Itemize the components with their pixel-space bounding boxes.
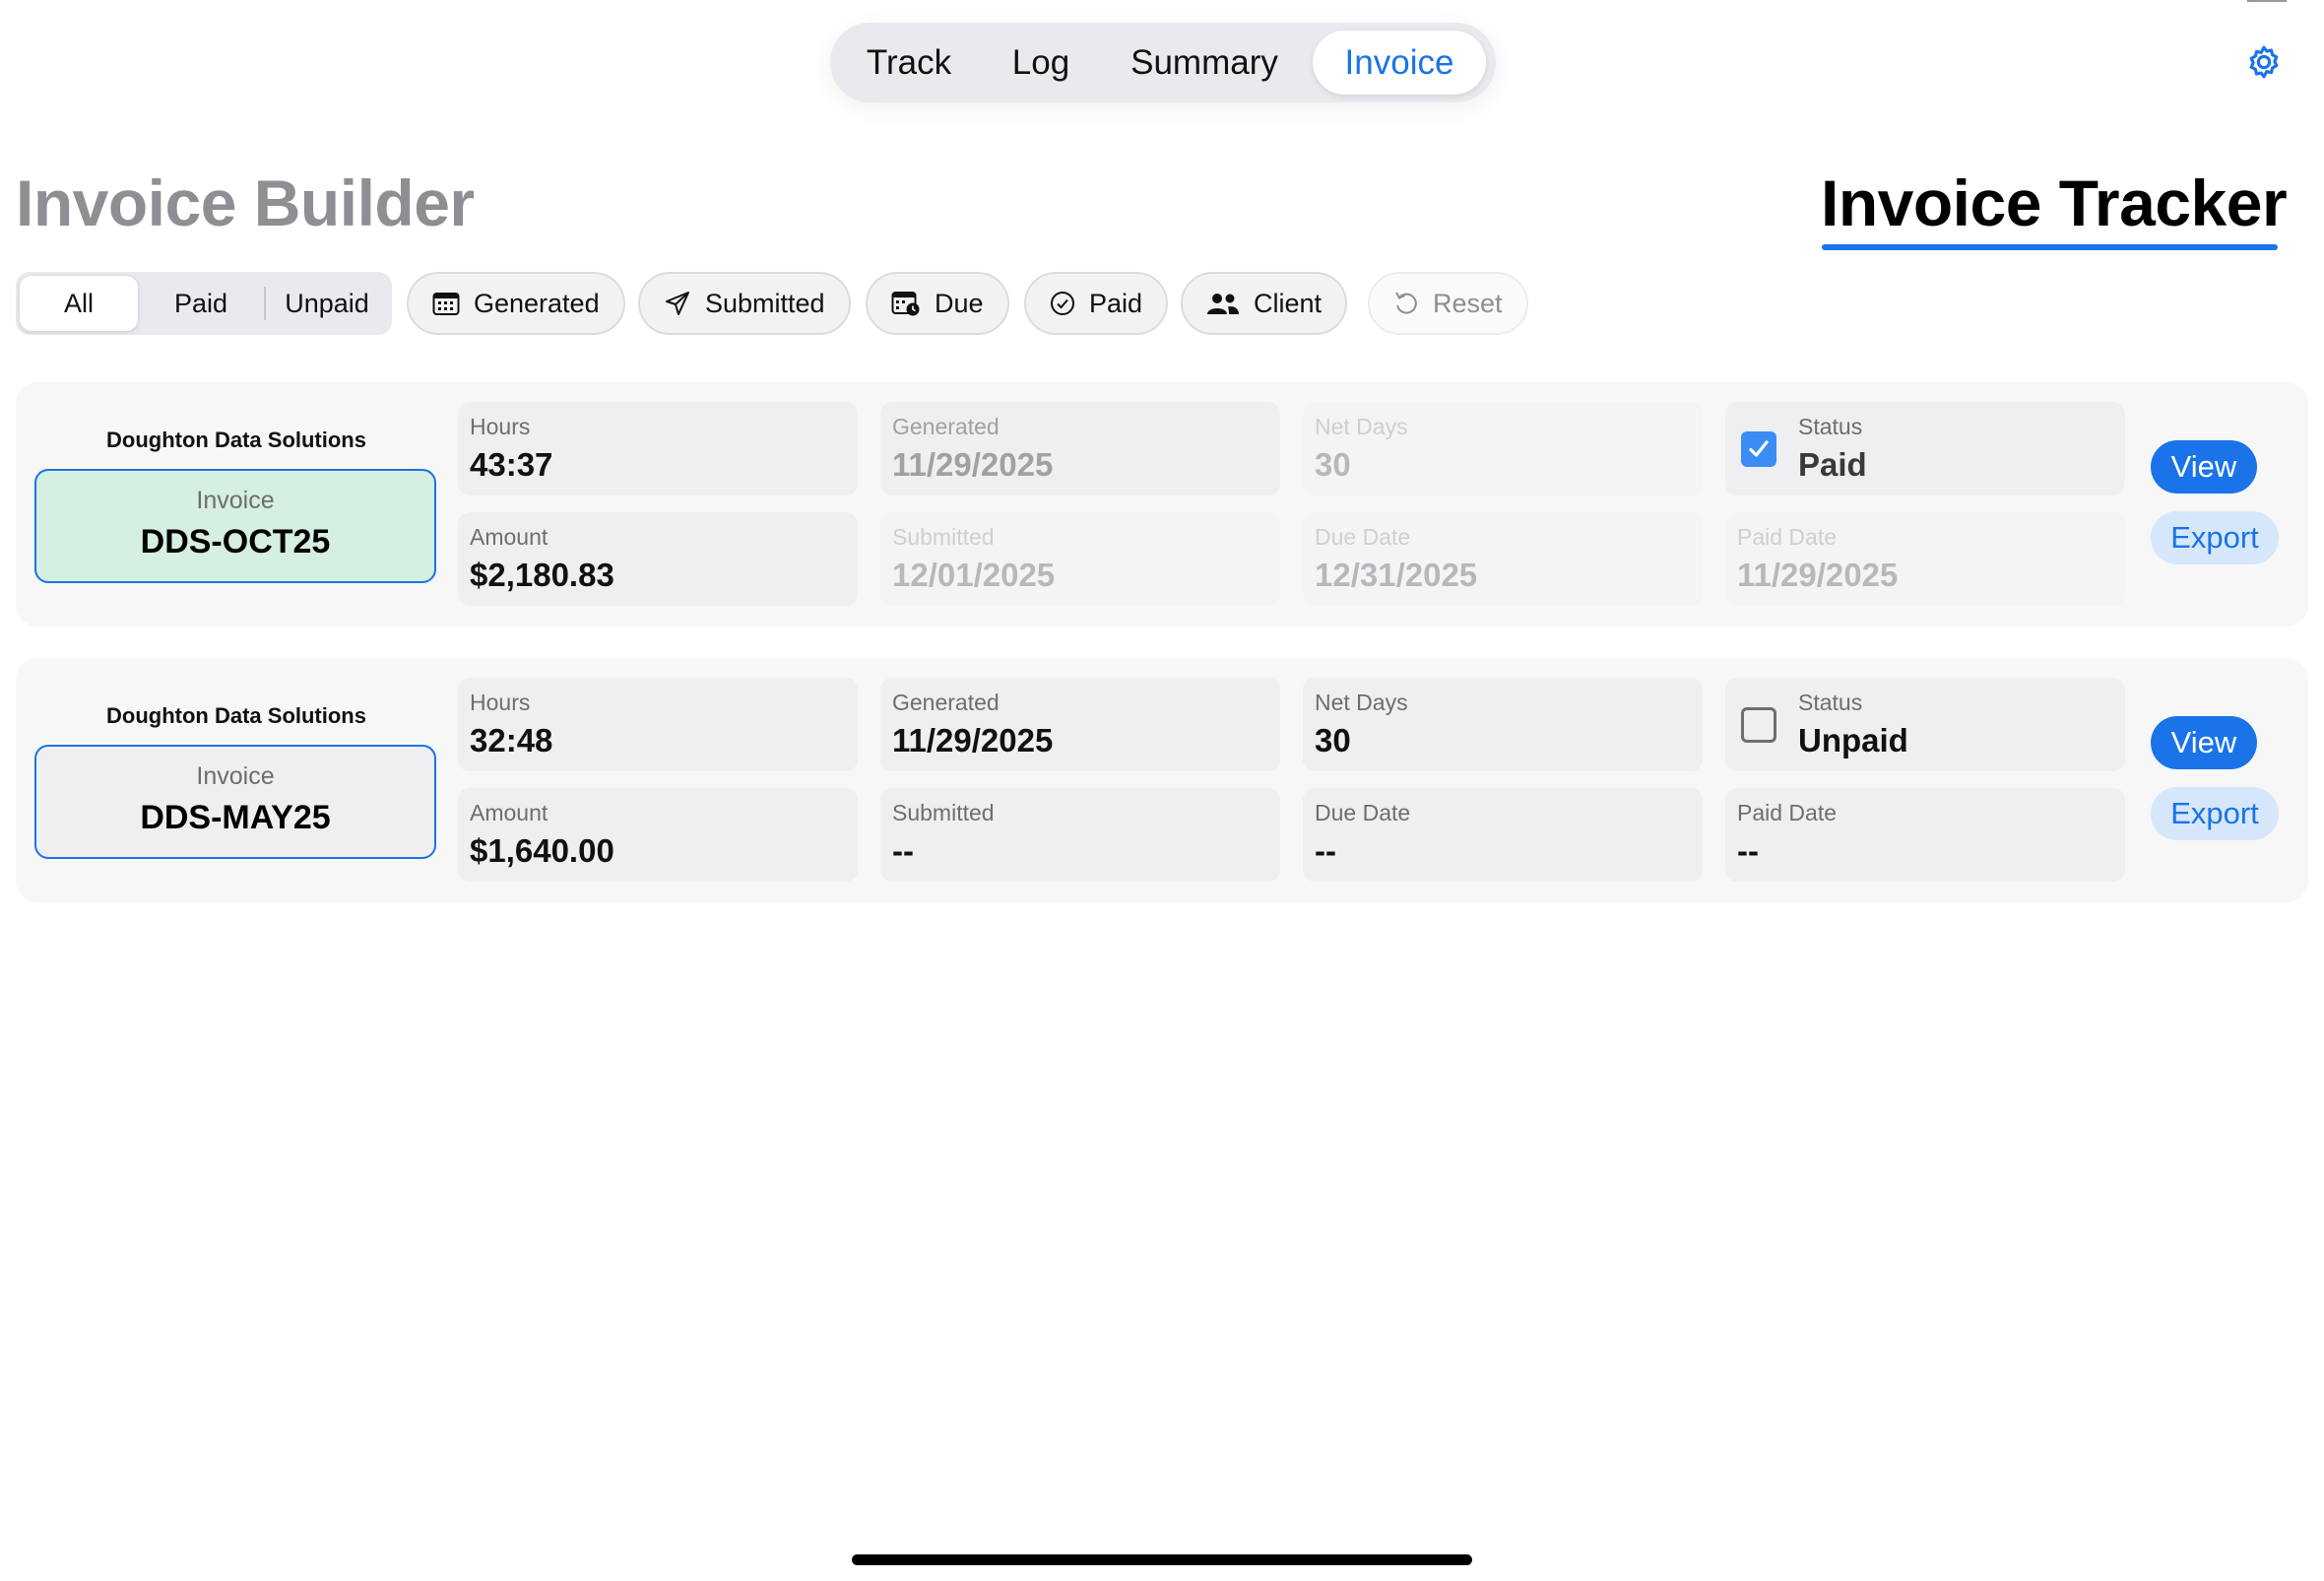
top-right-indicator (2247, 0, 2287, 2)
invoice-card: Doughton Data Solutions Invoice DDS-MAY2… (16, 658, 2308, 902)
filter-generated-chip[interactable]: Generated (407, 272, 625, 335)
due-date-value: 12/31/2025 (1315, 557, 1478, 593)
checkmark-icon (1749, 440, 1769, 457)
calendar-clock-icon (891, 292, 920, 316)
hours-field: Hours 43:37 (458, 402, 858, 495)
field-label: Net Days (1315, 414, 1408, 439)
invoice-label: Invoice (196, 487, 275, 514)
undo-icon (1395, 292, 1417, 314)
top-tab-bar: Track Log Summary Invoice (830, 23, 1496, 102)
amount-field: Amount $2,180.83 (458, 512, 858, 606)
tab-log[interactable]: Log (972, 31, 1110, 95)
tab-summary[interactable]: Summary (1110, 31, 1299, 95)
hours-field: Hours 32:48 (458, 678, 858, 771)
generated-value: 11/29/2025 (892, 446, 1054, 483)
due-date-value: -- (1315, 832, 1336, 869)
filter-reset-chip[interactable]: Reset (1368, 272, 1528, 335)
status-segmented-control: All Paid Unpaid (16, 272, 392, 335)
view-button[interactable]: View (2151, 440, 2257, 494)
home-indicator[interactable] (852, 1554, 1472, 1565)
field-label: Generated (892, 690, 1000, 715)
field-label: Submitted (892, 524, 995, 550)
amount-value: $1,640.00 (470, 832, 614, 869)
chip-label: Submitted (705, 288, 825, 318)
paid-date-value: 11/29/2025 (1737, 557, 1899, 593)
client-name: Doughton Data Solutions (106, 703, 366, 728)
invoice-number-box[interactable]: Invoice DDS-OCT25 (34, 469, 436, 583)
status-checkbox[interactable] (1741, 431, 1776, 467)
filter-client-chip[interactable]: Client (1181, 272, 1348, 335)
field-label: Due Date (1315, 524, 1411, 550)
invoice-card: Doughton Data Solutions Invoice DDS-OCT2… (16, 382, 2308, 626)
paid-date-value: -- (1737, 832, 1759, 869)
field-label: Hours (470, 414, 531, 439)
field-label: Due Date (1315, 800, 1411, 825)
net-days-value: 30 (1315, 446, 1351, 483)
field-label: Paid Date (1737, 800, 1838, 825)
submitted-value: -- (892, 832, 914, 869)
chip-label: Generated (474, 288, 600, 318)
field-label: Status (1798, 414, 1863, 439)
paid-date-field[interactable]: Paid Date 11/29/2025 (1725, 512, 2125, 606)
generated-field[interactable]: Generated 11/29/2025 (880, 678, 1280, 771)
field-label: Status (1798, 690, 1863, 715)
invoice-builder-tab[interactable]: Invoice Builder (16, 165, 475, 240)
status-field[interactable]: Status Unpaid (1725, 678, 2125, 771)
filter-paid-chip[interactable]: Paid (1024, 272, 1169, 335)
export-button[interactable]: Export (2151, 511, 2279, 564)
status-value: Unpaid (1798, 722, 1908, 758)
submitted-field[interactable]: Submitted 12/01/2025 (880, 512, 1280, 606)
chip-label: Reset (1433, 288, 1503, 318)
net-days-value: 30 (1315, 722, 1351, 758)
invoice-tracker-tab[interactable]: Invoice Tracker (1821, 165, 2288, 240)
chip-label: Due (935, 288, 984, 318)
amount-value: $2,180.83 (470, 557, 614, 593)
chip-label: Paid (1089, 288, 1143, 318)
segment-all[interactable]: All (20, 276, 138, 331)
client-name: Doughton Data Solutions (106, 428, 366, 452)
due-date-field[interactable]: Due Date -- (1303, 788, 1703, 882)
active-tab-underline (1822, 244, 2278, 250)
field-label: Net Days (1315, 690, 1408, 715)
generated-value: 11/29/2025 (892, 722, 1054, 758)
tab-invoice[interactable]: Invoice (1313, 31, 1486, 95)
submitted-field[interactable]: Submitted -- (880, 788, 1280, 882)
net-days-field[interactable]: Net Days 30 (1303, 678, 1703, 771)
invoice-number: DDS-OCT25 (140, 523, 331, 560)
invoice-number: DDS-MAY25 (140, 799, 331, 836)
tab-track[interactable]: Track (846, 31, 972, 95)
filter-due-chip[interactable]: Due (866, 272, 1009, 335)
field-label: Hours (470, 690, 531, 715)
field-label: Submitted (892, 800, 995, 825)
paid-date-field[interactable]: Paid Date -- (1725, 788, 2125, 882)
filter-submitted-chip[interactable]: Submitted (638, 272, 851, 335)
field-label: Paid Date (1737, 524, 1838, 550)
field-label: Amount (470, 524, 549, 550)
generated-field[interactable]: Generated 11/29/2025 (880, 402, 1280, 495)
people-icon (1207, 294, 1239, 314)
status-value: Paid (1798, 446, 1867, 483)
submitted-value: 12/01/2025 (892, 557, 1056, 593)
invoice-number-box[interactable]: Invoice DDS-MAY25 (34, 745, 436, 859)
segment-unpaid[interactable]: Unpaid (266, 276, 388, 331)
segment-paid[interactable]: Paid (138, 276, 264, 331)
hours-value: 32:48 (470, 722, 553, 758)
check-circle-icon (1051, 292, 1074, 315)
paper-plane-icon (666, 292, 689, 315)
amount-field: Amount $1,640.00 (458, 788, 858, 882)
invoice-label: Invoice (196, 762, 275, 790)
view-button[interactable]: View (2151, 716, 2257, 769)
export-button[interactable]: Export (2151, 787, 2279, 840)
calendar-icon (432, 293, 460, 315)
hours-value: 43:37 (470, 446, 553, 483)
due-date-field[interactable]: Due Date 12/31/2025 (1303, 512, 1703, 606)
field-label: Amount (470, 800, 549, 825)
chip-label: Client (1254, 288, 1323, 318)
status-checkbox[interactable] (1741, 707, 1776, 743)
status-field[interactable]: Status Paid (1725, 402, 2125, 495)
gear-icon[interactable] (2243, 41, 2285, 83)
net-days-field[interactable]: Net Days 30 (1303, 402, 1703, 495)
field-label: Generated (892, 414, 1000, 439)
